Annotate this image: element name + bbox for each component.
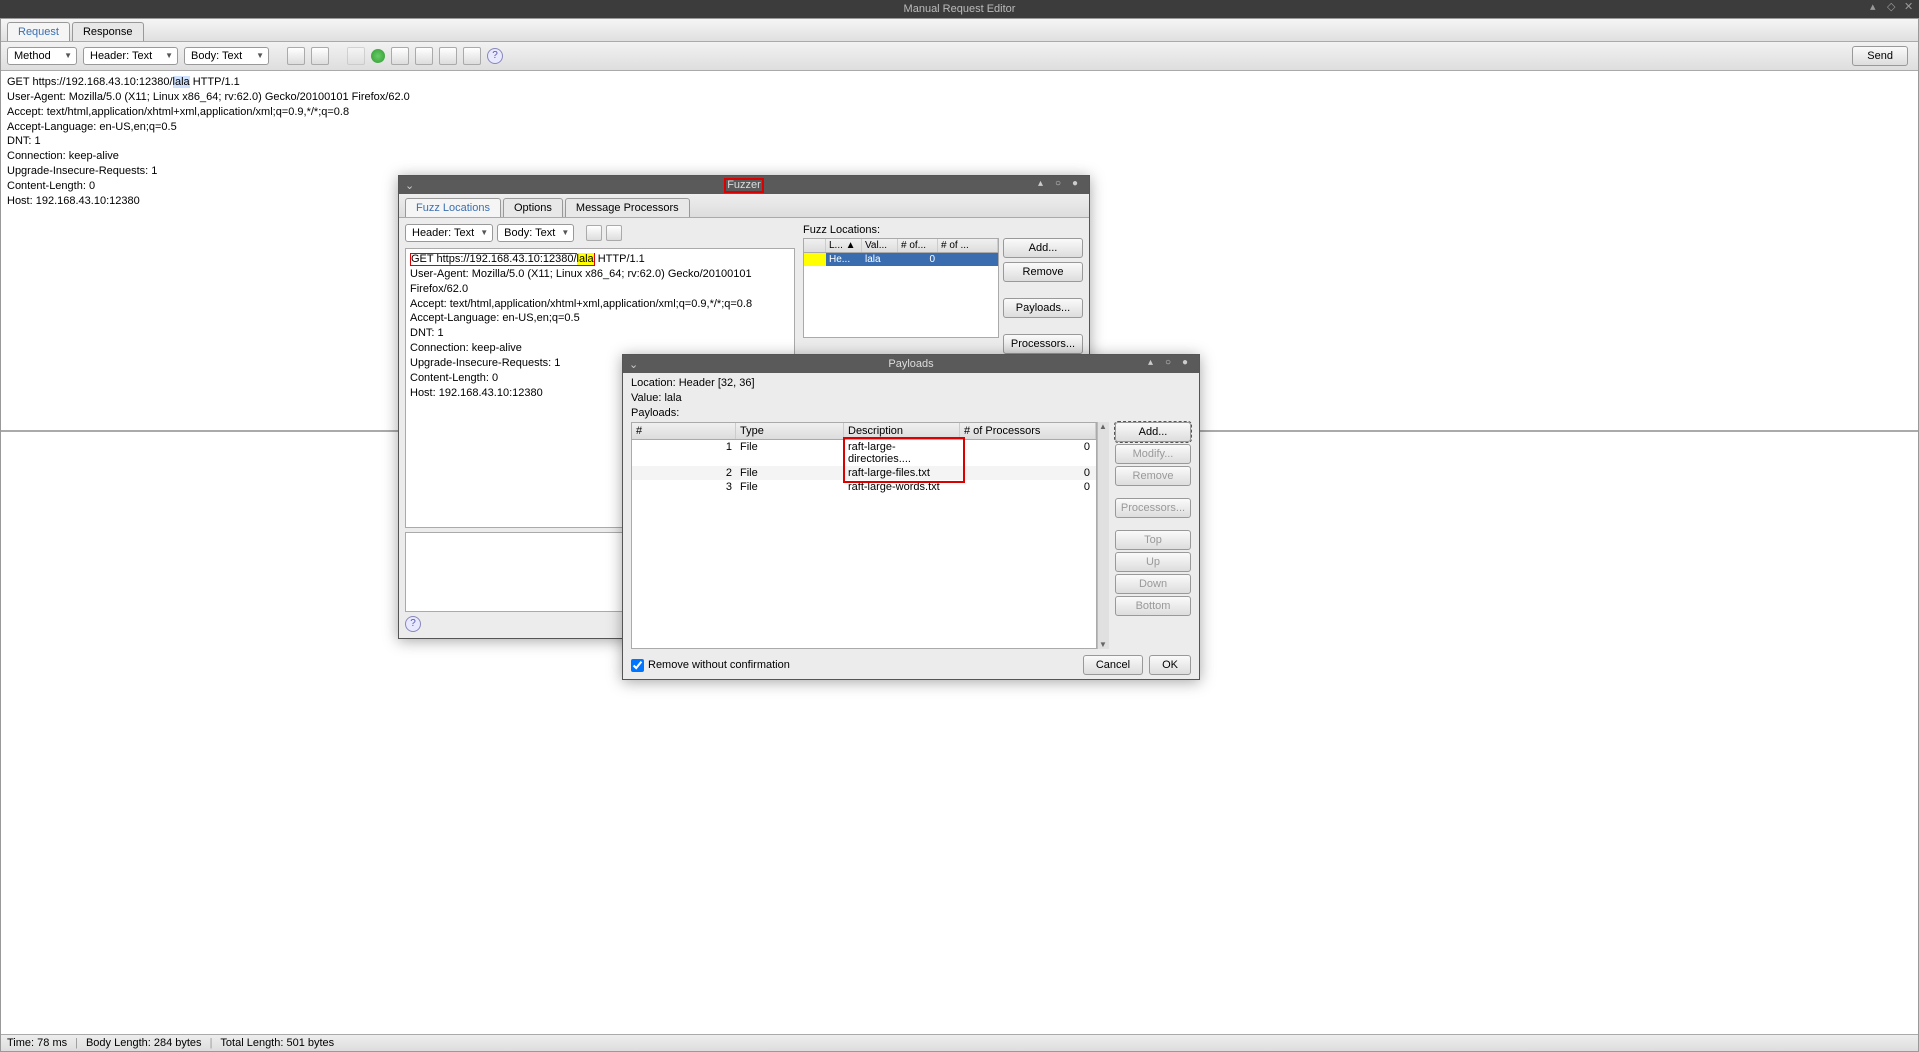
payloads-minimize-icon[interactable]: ▴ (1148, 357, 1159, 368)
fuzz-remove-button[interactable]: Remove (1003, 262, 1083, 282)
send-button[interactable]: Send (1852, 46, 1908, 66)
main-tabs: Request Response (1, 19, 1918, 42)
tab-message-processors[interactable]: Message Processors (565, 198, 690, 217)
fuzzer-view-btn-1[interactable] (586, 225, 602, 241)
payloads-dialog: ⌄ Payloads ▴ ○ ● Location: Header [32, 3… (622, 354, 1200, 680)
payloads-title: Payloads (623, 358, 1199, 370)
remove-confirm-input[interactable] (631, 659, 644, 672)
toolbar-button-1[interactable] (287, 47, 305, 65)
tab-request[interactable]: Request (7, 22, 70, 41)
run-icon[interactable] (371, 49, 385, 63)
fl-col-numof2[interactable]: # of ... (938, 239, 998, 252)
help-icon[interactable]: ? (487, 48, 503, 64)
col-number[interactable]: # (632, 423, 736, 439)
tab-response[interactable]: Response (72, 22, 144, 41)
fuzzer-minimize-icon[interactable]: ▴ (1038, 178, 1049, 189)
fuzzer-path-highlight: lala (577, 253, 594, 265)
tab-fuzz-locations[interactable]: Fuzz Locations (405, 198, 501, 217)
payloads-location-row: Location: Header [32, 36] (631, 377, 1191, 389)
payload-up-button[interactable]: Up (1115, 552, 1191, 572)
col-processors[interactable]: # of Processors (960, 423, 1096, 439)
toolbar-button-7[interactable] (463, 47, 481, 65)
method-dropdown[interactable]: Method (7, 47, 77, 65)
fuzzer-header-dropdown[interactable]: Header: Text (405, 224, 493, 242)
fl-col-location[interactable]: L... ▲ (826, 239, 862, 252)
window-title: Manual Request Editor (0, 3, 1919, 15)
status-body-length: Body Length: 284 bytes (86, 1037, 202, 1049)
request-pre: GET https://192.168.43.10:12380/ (7, 76, 173, 88)
minimize-icon[interactable]: ▴ (1870, 2, 1881, 13)
fuzzer-title: Fuzzer (724, 178, 764, 193)
close-icon[interactable]: ✕ (1904, 2, 1915, 13)
chevron-down-icon[interactable]: ⌄ (629, 358, 638, 371)
toolbar-button-3[interactable] (347, 47, 365, 65)
payloads-label: Payloads: (631, 407, 1191, 419)
fuzzer-maximize-icon[interactable]: ○ (1055, 178, 1066, 189)
fuzz-locations-headers: L... ▲ Val... # of... # of ... (804, 239, 998, 253)
payloads-maximize-icon[interactable]: ○ (1165, 357, 1176, 368)
cancel-button[interactable]: Cancel (1083, 655, 1143, 675)
payload-remove-button[interactable]: Remove (1115, 466, 1191, 486)
window-controls: ▴ ◇ ✕ (1870, 2, 1915, 13)
chevron-down-icon[interactable]: ⌄ (405, 179, 414, 192)
fuzzer-body-dropdown[interactable]: Body: Text (497, 224, 574, 242)
toolbar-button-4[interactable] (391, 47, 409, 65)
status-bar: Time: 78 ms | Body Length: 284 bytes | T… (1, 1034, 1918, 1051)
payloads-location-value: Header [32, 36] (679, 377, 755, 389)
fuzz-add-button[interactable]: Add... (1003, 238, 1083, 258)
toolbar-button-5[interactable] (415, 47, 433, 65)
fuzz-locations-label: Fuzz Locations: (803, 224, 1083, 236)
toolbar-button-6[interactable] (439, 47, 457, 65)
col-type[interactable]: Type (736, 423, 844, 439)
payloads-titlebar[interactable]: ⌄ Payloads ▴ ○ ● (623, 355, 1199, 373)
fuzzer-view-btn-2[interactable] (606, 225, 622, 241)
payload-processors-button[interactable]: Processors... (1115, 498, 1191, 518)
request-path-highlight: lala (173, 76, 190, 88)
fuzzer-req-pre: GET https://192.168.43.10:12380/ (411, 253, 577, 265)
tab-options[interactable]: Options (503, 198, 563, 217)
remove-confirm-checkbox[interactable]: Remove without confirmation (631, 659, 790, 672)
payload-down-button[interactable]: Down (1115, 574, 1191, 594)
payload-add-button[interactable]: Add... (1115, 422, 1191, 442)
payload-bottom-button[interactable]: Bottom (1115, 596, 1191, 616)
fuzz-location-row[interactable]: He... lala 0 (804, 253, 998, 266)
request-post: HTTP/1.1 User-Agent: Mozilla/5.0 (X11; L… (7, 76, 410, 207)
highlight-annotation (843, 437, 965, 483)
payload-top-button[interactable]: Top (1115, 530, 1191, 550)
status-total-length: Total Length: 501 bytes (220, 1037, 334, 1049)
fl-col-numof1[interactable]: # of... (898, 239, 938, 252)
payload-modify-button[interactable]: Modify... (1115, 444, 1191, 464)
ok-button[interactable]: OK (1149, 655, 1191, 675)
main-toolbar: Method Header: Text Body: Text ? Send (1, 42, 1918, 71)
payloads-value: lala (664, 392, 681, 404)
fuzzer-help-icon[interactable]: ? (405, 616, 421, 632)
fl-col-value[interactable]: Val... (862, 239, 898, 252)
fuzz-payloads-button[interactable]: Payloads... (1003, 298, 1083, 318)
fuzz-processors-button[interactable]: Processors... (1003, 334, 1083, 354)
body-view-dropdown[interactable]: Body: Text (184, 47, 269, 65)
payloads-value-row: Value: lala (631, 392, 1191, 404)
header-view-dropdown[interactable]: Header: Text (83, 47, 178, 65)
payloads-close-icon[interactable]: ● (1182, 357, 1193, 368)
status-time: Time: 78 ms (7, 1037, 67, 1049)
fuzzer-tabs: Fuzz Locations Options Message Processor… (399, 194, 1089, 218)
scrollbar[interactable] (1097, 422, 1109, 649)
main-titlebar: Manual Request Editor ▴ ◇ ✕ (0, 0, 1919, 18)
toolbar-button-2[interactable] (311, 47, 329, 65)
fuzzer-titlebar[interactable]: ⌄ Fuzzer ▴ ○ ● (399, 176, 1089, 194)
fuzzer-req-post1: HTTP/1.1 (595, 253, 645, 265)
fuzzer-close-icon[interactable]: ● (1072, 178, 1083, 189)
maximize-icon[interactable]: ◇ (1887, 2, 1898, 13)
